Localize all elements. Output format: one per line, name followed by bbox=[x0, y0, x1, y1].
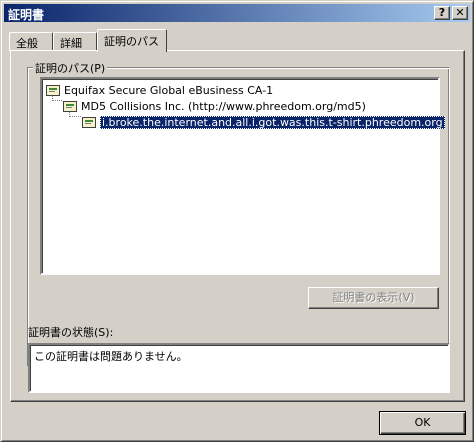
certificate-icon bbox=[63, 101, 77, 112]
tab-general[interactable]: 全般 bbox=[9, 32, 53, 51]
tab-certification-path[interactable]: 証明のパス bbox=[97, 29, 167, 52]
tree-item-label: Equifax Secure Global eBusiness CA-1 bbox=[64, 84, 274, 97]
cert-path-group-label: 証明のパス(P) bbox=[33, 60, 108, 76]
cert-status-text: この証明書は問題ありません。 bbox=[34, 350, 188, 363]
title-bar[interactable]: 証明書 ? ✕ bbox=[4, 4, 470, 22]
cert-status-label: 証明書の状態(S): bbox=[28, 326, 114, 339]
certificate-icon bbox=[46, 85, 60, 96]
tree-item-root[interactable]: Equifax Secure Global eBusiness CA-1 bbox=[46, 83, 273, 98]
tree-item-label-selected: i.broke.the.internet.and.all.i.got.was.t… bbox=[100, 116, 445, 129]
tree-item-intermediate[interactable]: MD5 Collisions Inc. (http://www.phreedom… bbox=[63, 99, 366, 114]
cert-status-box[interactable]: この証明書は問題ありません。 bbox=[28, 343, 450, 393]
help-button[interactable]: ? bbox=[434, 6, 450, 20]
tree-item-leaf[interactable]: i.broke.the.internet.and.all.i.got.was.t… bbox=[82, 115, 445, 130]
tab-details[interactable]: 詳細 bbox=[53, 32, 97, 51]
view-certificate-button[interactable]: 証明書の表示(V) bbox=[308, 287, 439, 309]
cert-path-tree[interactable]: Equifax Secure Global eBusiness CA-1 MD5… bbox=[40, 77, 445, 275]
ok-button[interactable]: OK bbox=[379, 411, 466, 435]
tree-connector bbox=[69, 116, 81, 117]
tree-connector bbox=[52, 100, 62, 101]
window-title: 証明書 bbox=[8, 8, 45, 22]
close-button[interactable]: ✕ bbox=[452, 6, 468, 20]
certificate-dialog: 証明書 ? ✕ 全般 詳細 証明のパス 証明のパス(P) Equifax Sec… bbox=[0, 0, 474, 442]
certificate-icon bbox=[82, 117, 96, 128]
tree-item-label: MD5 Collisions Inc. (http://www.phreedom… bbox=[81, 100, 366, 113]
tab-panel: 証明のパス(P) Equifax Secure Global eBusiness… bbox=[10, 50, 465, 402]
